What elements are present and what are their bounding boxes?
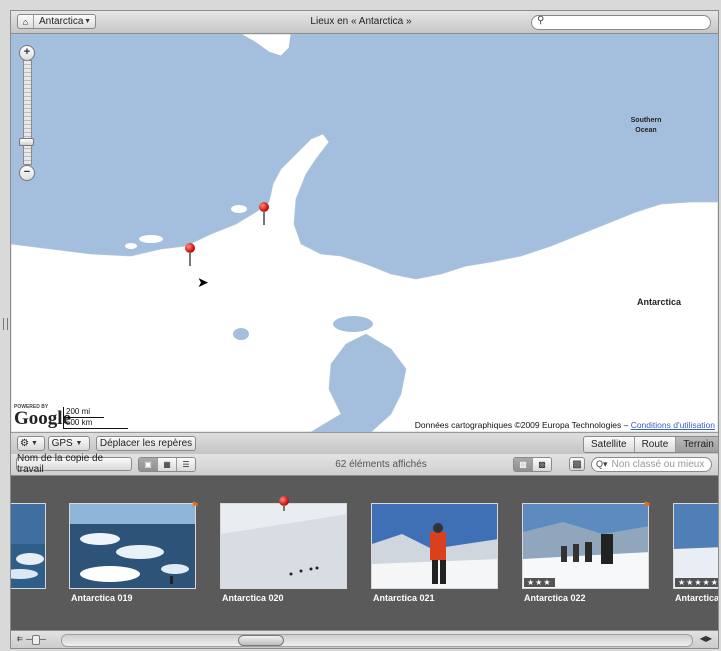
map-view[interactable]: + − Southern Ocean Antarctica ➤ POWERED … bbox=[11, 34, 718, 432]
chevron-down-icon: ▼ bbox=[31, 440, 38, 447]
filmstrip-view-icon[interactable]: ▣ bbox=[139, 458, 158, 471]
gps-label: GPS bbox=[51, 438, 73, 449]
zoom-slider[interactable] bbox=[23, 60, 32, 165]
pin-stem bbox=[189, 252, 191, 266]
photo-image bbox=[70, 504, 195, 588]
filter-input[interactable]: Q▾ Non classé ou mieux bbox=[591, 457, 712, 472]
thumbnail-size-slider[interactable]: ⇇ bbox=[17, 635, 57, 645]
location-pin bbox=[277, 496, 291, 520]
photo-thumbnail[interactable] bbox=[69, 503, 196, 589]
photo-image bbox=[11, 504, 45, 588]
map-type-selector: Satellite Route Terrain bbox=[583, 436, 718, 453]
gear-icon: ⚙ bbox=[20, 438, 30, 449]
continent-label: Antarctica bbox=[636, 297, 681, 307]
zoom-control: + − bbox=[19, 45, 35, 181]
window-resize-grip[interactable] bbox=[3, 318, 8, 330]
zoom-in-button[interactable]: + bbox=[19, 45, 35, 61]
flag-icon: ⚑ bbox=[191, 500, 200, 510]
rating-stars: ★★★★★ bbox=[675, 578, 718, 587]
chevron-down-icon: ▼ bbox=[75, 440, 83, 447]
photo-label: Antarctica 0 bbox=[675, 593, 718, 603]
zoom-out-button[interactable]: − bbox=[19, 165, 35, 181]
sort-name-button[interactable]: Nom de la copie de travail bbox=[16, 453, 132, 475]
scroll-arrows[interactable]: ◀▶ bbox=[700, 634, 712, 643]
display-mode-selector: ▩ ▩ bbox=[513, 457, 552, 472]
map-type-route[interactable]: Route bbox=[634, 437, 677, 452]
search-icon: Q▾ bbox=[596, 459, 608, 469]
map-type-terrain[interactable]: Terrain bbox=[676, 437, 718, 452]
move-pins-button[interactable]: Déplacer les repères bbox=[96, 436, 196, 451]
chevron-down-icon: ▼ bbox=[84, 18, 91, 25]
page-title: Lieux en « Antarctica » bbox=[310, 16, 412, 27]
filter-hud-button[interactable]: ▩ bbox=[569, 457, 585, 471]
photo-label: Antarctica 021 bbox=[373, 593, 435, 603]
photo-image bbox=[372, 504, 497, 588]
browser-toolbar: Nom de la copie de travail ▣ ▦ ☰ 62 élém… bbox=[11, 453, 718, 476]
rating-stars: ★★★ bbox=[524, 578, 555, 587]
credits-text: Données cartographiques ©2009 Europa Tec… bbox=[414, 420, 631, 430]
photo-label: Antarctica 020 bbox=[222, 593, 284, 603]
terms-link[interactable]: Conditions d'utilisation bbox=[631, 420, 715, 430]
location-pin[interactable] bbox=[183, 243, 197, 267]
photo-label: Antarctica 022 bbox=[524, 593, 586, 603]
photo-label: Antarctica 019 bbox=[71, 593, 133, 603]
place-search-input[interactable]: ⚲ bbox=[531, 15, 711, 30]
map-scale: 200 mi 500 km bbox=[63, 407, 128, 429]
filmstrip-scrollbar-area: ⇇ ◀▶ bbox=[11, 630, 718, 648]
filter-icon: ▩ bbox=[572, 458, 582, 470]
photo-image bbox=[674, 504, 718, 588]
scrollbar-thumb[interactable] bbox=[238, 635, 284, 646]
scale-miles: 200 mi bbox=[63, 407, 104, 418]
small-size-icon: ⇇ bbox=[17, 636, 23, 643]
flag-icon: ⚑ bbox=[643, 500, 652, 510]
browser-view-icon[interactable]: ▩ bbox=[514, 458, 533, 471]
photo-filmstrip[interactable]: ⚑ Antarctica 019 Antarctica 020 Antarcti… bbox=[11, 476, 718, 630]
map-credits: Données cartographiques ©2009 Europa Tec… bbox=[415, 420, 715, 430]
map-type-satellite[interactable]: Satellite bbox=[584, 437, 635, 452]
view-mode-selector: ▣ ▦ ☰ bbox=[138, 457, 196, 472]
zoom-slider-thumb[interactable] bbox=[19, 138, 34, 146]
pin-stem bbox=[283, 505, 285, 511]
photo-thumbnail[interactable]: ★★★★★ bbox=[673, 503, 718, 589]
map-terrain bbox=[11, 34, 718, 432]
pin-stem bbox=[263, 211, 265, 225]
places-header: ⌂ Antarctica ▼ Lieux en « Antarctica » ⚲ bbox=[11, 11, 718, 34]
scale-tick bbox=[63, 407, 64, 429]
scale-km: 500 km bbox=[63, 418, 128, 429]
photo-thumbnail[interactable] bbox=[11, 503, 46, 589]
filter-placeholder: Non classé ou mieux bbox=[611, 459, 705, 470]
place-popup[interactable]: ⌂ Antarctica ▼ bbox=[17, 14, 96, 29]
search-icon: ⚲ bbox=[537, 15, 545, 26]
places-window: ⌂ Antarctica ▼ Lieux en « Antarctica » ⚲… bbox=[10, 10, 719, 649]
list-view-icon[interactable]: ☰ bbox=[177, 458, 195, 471]
size-slider-thumb[interactable] bbox=[32, 635, 40, 645]
ocean-label: Southern Ocean bbox=[630, 117, 662, 134]
map-toolbar: ⚙ ▼ GPS ▼ Déplacer les repères Satellite … bbox=[11, 432, 718, 455]
photo-thumbnail[interactable] bbox=[371, 503, 498, 589]
location-pin[interactable] bbox=[257, 202, 271, 226]
place-popup-label: Antarctica bbox=[39, 16, 84, 27]
photo-image bbox=[523, 504, 648, 588]
gps-popup[interactable]: GPS ▼ bbox=[48, 436, 90, 451]
photo-thumbnail[interactable]: ★★★ bbox=[522, 503, 649, 589]
grid-view-icon[interactable]: ▦ bbox=[158, 458, 177, 471]
home-icon[interactable]: ⌂ bbox=[18, 15, 34, 28]
split-view-icon[interactable]: ▩ bbox=[533, 458, 551, 471]
item-count: 62 éléments affichés bbox=[335, 459, 427, 470]
action-menu-button[interactable]: ⚙ ▼ bbox=[17, 436, 45, 451]
horizontal-scrollbar[interactable] bbox=[61, 634, 693, 647]
mouse-cursor-icon: ➤ bbox=[197, 274, 209, 290]
